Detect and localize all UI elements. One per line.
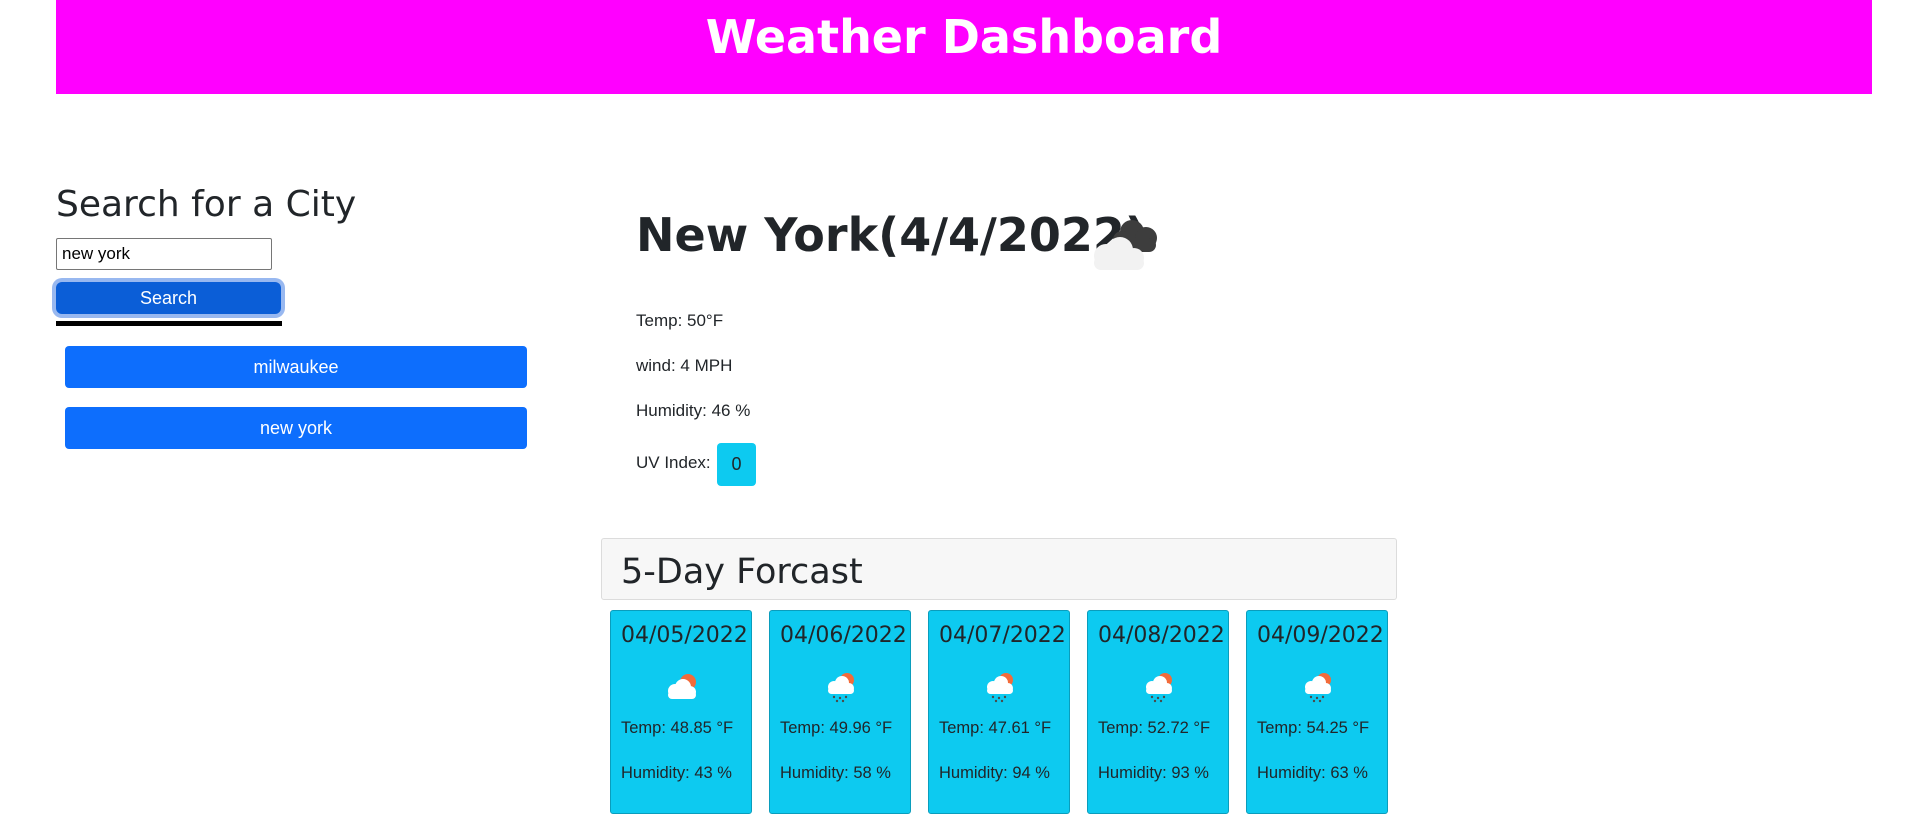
app-header: Weather Dashboard bbox=[56, 0, 1872, 94]
rain-sun-icon bbox=[1305, 673, 1331, 703]
forecast-temp: Temp: 49.96 °F bbox=[780, 719, 893, 737]
forecast-temp: Temp: 48.85 °F bbox=[621, 719, 734, 737]
city-search-input[interactable] bbox=[56, 238, 272, 270]
history-button-new-york[interactable]: new york bbox=[65, 407, 527, 449]
forecast-date: 04/09/2022 bbox=[1257, 623, 1384, 648]
forecast-date: 04/06/2022 bbox=[780, 623, 907, 648]
forecast-temp: Temp: 47.61 °F bbox=[939, 719, 1052, 737]
forecast-humidity: Humidity: 63 % bbox=[1257, 764, 1368, 782]
forecast-title: 5-Day Forcast bbox=[621, 552, 863, 592]
search-divider bbox=[56, 321, 282, 326]
forecast-date: 04/08/2022 bbox=[1098, 623, 1225, 648]
page-title: Weather Dashboard bbox=[705, 10, 1223, 64]
search-button[interactable]: Search bbox=[56, 282, 281, 314]
forecast-humidity: Humidity: 58 % bbox=[780, 764, 891, 782]
search-title: Search for a City bbox=[56, 184, 357, 225]
forecast-humidity: Humidity: 94 % bbox=[939, 764, 1050, 782]
partly-cloudy-icon bbox=[668, 674, 696, 699]
forecast-humidity: Humidity: 43 % bbox=[621, 764, 732, 782]
forecast-date: 04/05/2022 bbox=[621, 623, 748, 648]
forecast-card: 04/05/2022 Temp: 48.85 °F Humidity: 43 % bbox=[610, 610, 752, 814]
forecast-card: 04/08/2022 Temp: 52.72 °F Humidity: 93 % bbox=[1087, 610, 1229, 814]
forecast-temp: Temp: 54.25 °F bbox=[1257, 719, 1370, 737]
forecast-humidity: Humidity: 93 % bbox=[1098, 764, 1209, 782]
forecast-date: 04/07/2022 bbox=[939, 623, 1066, 648]
uv-index-label: UV Index: bbox=[636, 453, 711, 472]
rain-sun-icon bbox=[828, 673, 854, 703]
forecast-card: 04/07/2022 Temp: 47.61 °F Humidity: 94 % bbox=[928, 610, 1070, 814]
rain-sun-icon bbox=[987, 673, 1013, 703]
current-humidity: Humidity: 46 % bbox=[636, 401, 751, 420]
current-temp: Temp: 50°F bbox=[636, 311, 724, 330]
clouds-icon bbox=[1094, 220, 1157, 270]
forecast-header: 5-Day Forcast bbox=[601, 538, 1397, 600]
forecast-card: 04/09/2022 Temp: 54.25 °F Humidity: 63 % bbox=[1246, 610, 1388, 814]
forecast-temp: Temp: 52.72 °F bbox=[1098, 719, 1211, 737]
current-city-title: New York(4/4/2022) bbox=[636, 208, 1146, 262]
forecast-card: 04/06/2022 Temp: 49.96 °F Humidity: 58 % bbox=[769, 610, 911, 814]
uv-index-badge: 0 bbox=[717, 443, 756, 486]
current-wind: wind: 4 MPH bbox=[636, 356, 733, 375]
rain-sun-icon bbox=[1146, 673, 1172, 703]
history-button-milwaukee[interactable]: milwaukee bbox=[65, 346, 527, 388]
